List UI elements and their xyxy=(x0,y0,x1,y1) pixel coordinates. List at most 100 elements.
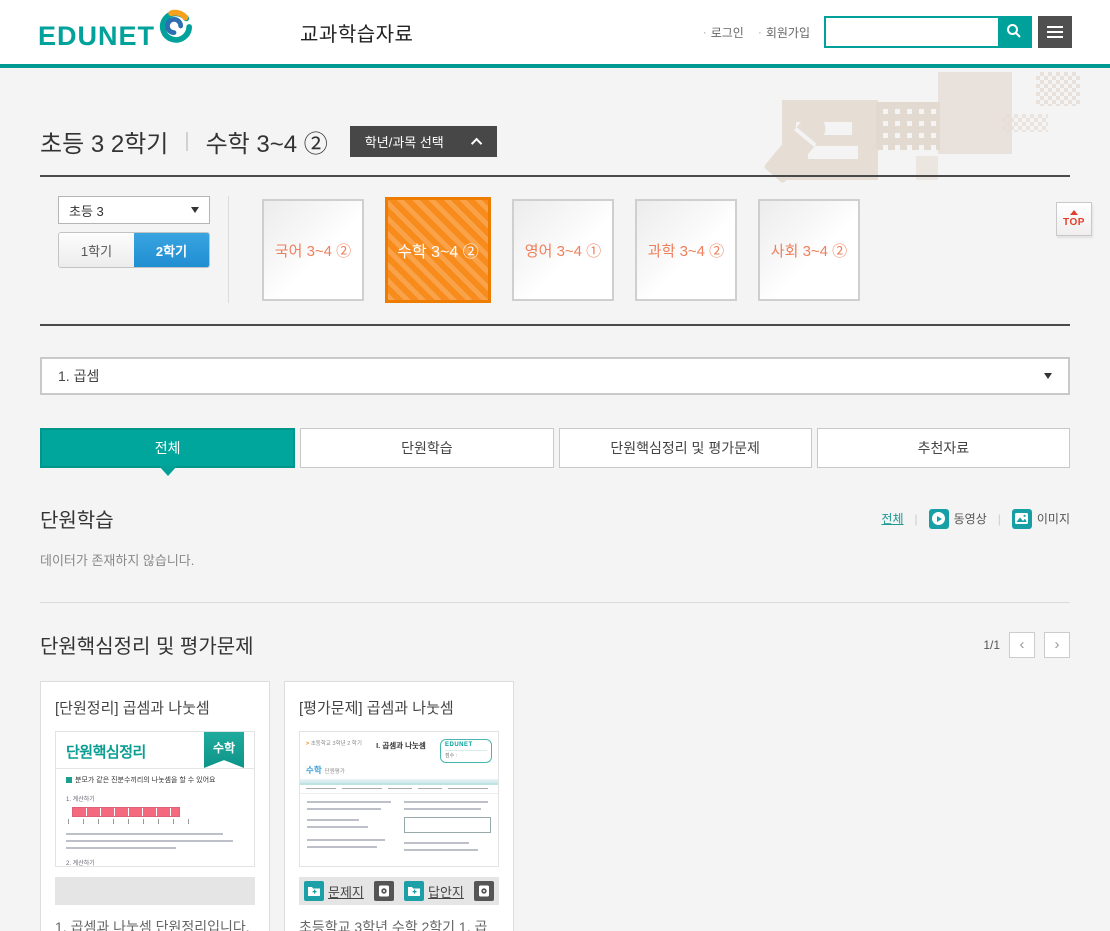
resource-title[interactable]: [평가문제] 곱셈과 나눗셈 xyxy=(299,697,499,718)
caret-down-icon xyxy=(1044,373,1052,379)
thumb-edunet-logo: EDUNET xyxy=(445,742,487,748)
folder-add-icon xyxy=(404,881,424,901)
thumb-info-line xyxy=(300,785,498,794)
thumb-item: 2. 계산하기 xyxy=(66,858,244,867)
grade-subject-select-button[interactable]: 학년/과목 선택 xyxy=(350,126,497,157)
next-page-button[interactable]: › xyxy=(1044,632,1070,658)
bullet: · xyxy=(703,25,707,39)
resource-card-summary: [단원정리] 곱셈과 나눗셈 단원핵심정리 수학 분모가 같은 진분수끼리의 나… xyxy=(40,681,270,931)
hamburger-menu-button[interactable] xyxy=(1038,16,1072,48)
divider-line xyxy=(40,324,1070,326)
search-box xyxy=(824,16,1032,48)
page: EDUNET 교과학습자료 · 로그인 · 회원가입 xyxy=(0,0,1110,931)
tab-unit-learning-label: 단원학습 xyxy=(401,438,453,458)
preview-icon[interactable] xyxy=(474,881,494,901)
filter-video-link[interactable]: 동영상 xyxy=(929,509,987,529)
login-label: 로그인 xyxy=(711,24,744,41)
tab-unit-learning[interactable]: 단원학습 xyxy=(300,428,553,468)
worksheet-link[interactable]: 문제지 xyxy=(304,881,364,901)
select-button-label: 학년/과목 선택 xyxy=(365,132,444,151)
thumb-score-label: 점수 : xyxy=(445,750,487,759)
thumb-exam-title: I. 곱셈과 나눗셈 xyxy=(376,740,426,751)
preview-icon[interactable] xyxy=(374,881,394,901)
edunet-logo[interactable]: EDUNET xyxy=(38,11,192,53)
edunet-swirl-icon xyxy=(158,9,192,48)
resource-thumbnail[interactable]: 단원핵심정리 수학 분모가 같은 진분수끼리의 나눗셈을 할 수 있어요 1. … xyxy=(55,731,255,867)
unit-learning-header: 단원학습 전체 | 동영상 | xyxy=(40,504,1070,533)
hamburger-icon xyxy=(1047,26,1063,28)
subject-card-list: 국어 3~4 ② 수학 3~4 ② 영어 3~4 ① 과학 3~4 ② 사회 3… xyxy=(262,196,860,303)
search-input[interactable] xyxy=(826,18,998,46)
subject-card-social[interactable]: 사회 3~4 ② xyxy=(758,199,860,301)
up-arrow-icon xyxy=(1070,210,1078,215)
assessment-title: 단원핵심정리 및 평가문제 xyxy=(40,630,254,659)
vertical-divider xyxy=(228,196,229,303)
subject-card-science[interactable]: 과학 3~4 ② xyxy=(635,199,737,301)
answer-sheet-label: 답안지 xyxy=(428,882,464,901)
caret-down-icon xyxy=(191,207,199,213)
grade-semester-label: 초등 3 2학기 xyxy=(40,124,168,159)
resource-card-assessment: [평가문제] 곱셈과 나눗셈 > 초등학교 3학년 2 학기 I. 곱셈과 나눗… xyxy=(284,681,514,931)
card-action-bar: 문제지 xyxy=(299,877,499,905)
search-icon xyxy=(1006,23,1022,42)
thumb-subject-row: 수학 단원평가 xyxy=(300,763,498,776)
number-line-ticks xyxy=(68,819,200,824)
thumb-logo-box: EDUNET 점수 : xyxy=(440,739,492,763)
category-tabs: 전체 단원학습 단원핵심정리 및 평가문제 추천자료 xyxy=(40,428,1070,468)
active-tab-pointer xyxy=(159,466,177,476)
thumb-heading: 단원핵심정리 xyxy=(66,744,146,761)
subject-card-korean[interactable]: 국어 3~4 ② xyxy=(262,199,364,301)
bullet: · xyxy=(758,25,762,39)
filter-all-link[interactable]: 전체 xyxy=(881,510,903,527)
signup-link[interactable]: · 회원가입 xyxy=(758,24,810,41)
video-icon xyxy=(929,509,949,529)
answer-sheet-link[interactable]: 답안지 xyxy=(404,881,464,901)
resource-thumbnail[interactable]: > 초등학교 3학년 2 학기 I. 곱셈과 나눗셈 EDUNET 점수 : 수… xyxy=(299,731,499,867)
page-title: 교과학습자료 xyxy=(300,18,413,47)
pagination: 1/1 ‹ › xyxy=(983,632,1070,658)
grade-dropdown-value: 초등 3 xyxy=(69,201,104,220)
scroll-to-top-button[interactable]: TOP xyxy=(1056,202,1092,236)
worksheet-label: 문제지 xyxy=(328,882,364,901)
tab-all[interactable]: 전체 xyxy=(40,428,295,468)
tab-recommended-label: 추천자료 xyxy=(918,438,970,458)
semester-toggle: 1학기 2학기 xyxy=(58,232,210,268)
media-filters: 전체 | 동영상 | xyxy=(881,509,1070,529)
top-label: TOP xyxy=(1063,217,1085,228)
resource-caption: 1. 곱셈과 나눗셈 단원정리입니다. xyxy=(55,917,255,931)
edunet-logo-text: EDUNET xyxy=(38,19,155,53)
filter-separator: | xyxy=(998,512,1001,526)
grade-dropdown[interactable]: 초등 3 xyxy=(58,196,210,224)
site-header: EDUNET 교과학습자료 · 로그인 · 회원가입 xyxy=(0,0,1110,68)
subject-card-english[interactable]: 영어 3~4 ① xyxy=(512,199,614,301)
header-right: · 로그인 · 회원가입 xyxy=(703,16,1072,48)
grade-subject-panel: 초등 3 1학기 2학기 국어 3~4 ② 수학 3~4 ② 영어 3~4 ① … xyxy=(40,177,1070,324)
signup-label: 회원가입 xyxy=(766,24,810,41)
login-link[interactable]: · 로그인 xyxy=(703,24,744,41)
filter-video-label: 동영상 xyxy=(954,510,987,527)
tab-summary-assessment[interactable]: 단원핵심정리 및 평가문제 xyxy=(559,428,812,468)
bullet-square-icon xyxy=(66,777,72,783)
empty-message: 데이터가 존재하지 않습니다. xyxy=(40,550,1070,569)
unit-dropdown-value: 1. 곱셈 xyxy=(58,366,99,386)
resource-caption: 초등학교 3학년 수학 2학기 1. 곱셈과 나눗셈에 대한 평가문제지 및 해… xyxy=(299,917,499,931)
chevron-up-icon xyxy=(471,137,482,148)
semester-1-button[interactable]: 1학기 xyxy=(59,233,134,267)
thumb-text-lines xyxy=(66,833,244,849)
prev-page-button[interactable]: ‹ xyxy=(1009,632,1035,658)
breadcrumb: 초등 3 2학기 | 수학 3~4 ② 학년/과목 선택 xyxy=(40,68,1070,159)
resource-title[interactable]: [단원정리] 곱셈과 나눗셈 xyxy=(55,697,255,718)
unit-dropdown[interactable]: 1. 곱셈 xyxy=(40,357,1070,395)
semester-2-button[interactable]: 2학기 xyxy=(134,233,209,267)
subject-card-math[interactable]: 수학 3~4 ② xyxy=(385,197,491,303)
breadcrumb-divider: | xyxy=(184,130,189,153)
thumb-answer-box xyxy=(404,817,491,833)
resource-card-list: [단원정리] 곱셈과 나눗셈 단원핵심정리 수학 분모가 같은 진분수끼리의 나… xyxy=(40,681,1070,931)
divider-line xyxy=(40,602,1070,603)
filter-image-link[interactable]: 이미지 xyxy=(1012,509,1070,529)
number-line-bar xyxy=(72,807,180,817)
tab-recommended[interactable]: 추천자료 xyxy=(817,428,1070,468)
search-button[interactable] xyxy=(998,18,1030,46)
thumb-item: 1. 계산하기 xyxy=(66,794,244,803)
filter-separator: | xyxy=(915,512,918,526)
